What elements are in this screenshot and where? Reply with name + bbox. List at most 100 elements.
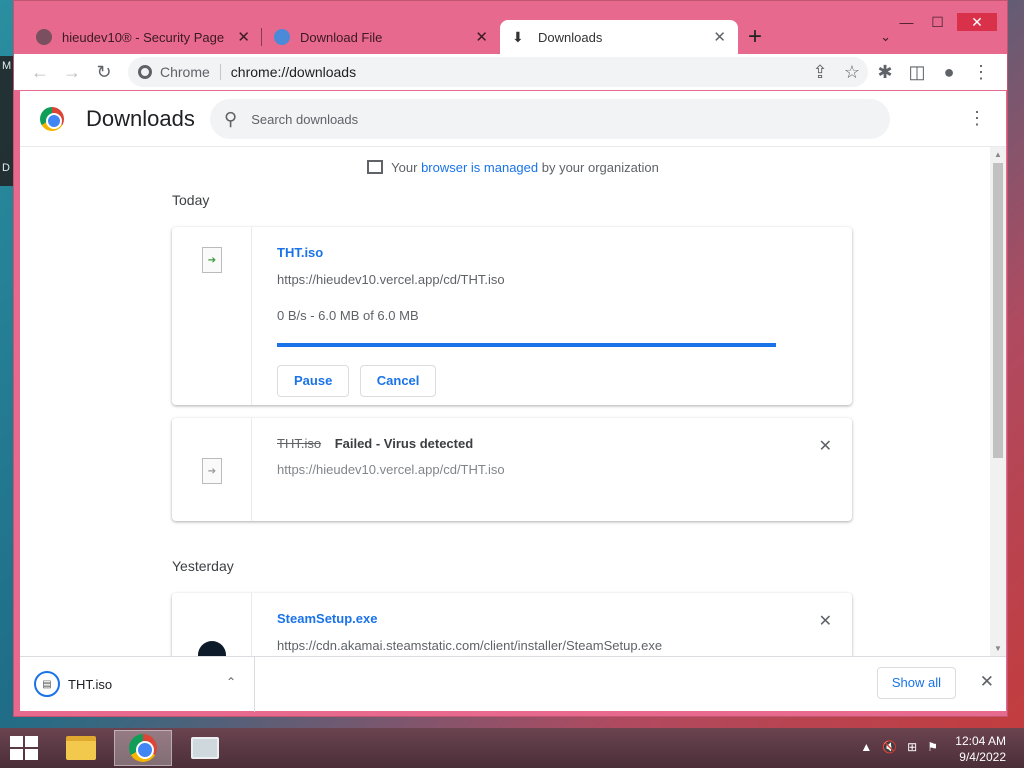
window-controls: — ☐ ✕ xyxy=(887,13,997,31)
tab-downloads[interactable]: ⬇ Downloads ✕ xyxy=(500,20,738,54)
section-heading-today: Today xyxy=(172,192,210,208)
monitor-icon xyxy=(191,737,219,759)
share-icon[interactable]: ⇪ xyxy=(804,56,836,88)
remove-icon[interactable]: ✕ xyxy=(819,611,832,631)
tab-title: Download File xyxy=(300,29,383,45)
scroll-up-icon[interactable]: ▲ xyxy=(994,150,1002,159)
shelf-file-name: THT.iso xyxy=(68,676,113,692)
managed-prefix: Your xyxy=(391,160,422,175)
download-card: SteamSetup.exe https://cdn.akamai.steams… xyxy=(172,593,852,656)
windows-start-icon[interactable] xyxy=(10,736,38,760)
cloud-icon xyxy=(274,29,290,45)
maximize-button[interactable]: ☐ xyxy=(926,13,949,31)
file-name-link[interactable]: THT.iso xyxy=(277,245,832,260)
pause-button[interactable]: Pause xyxy=(277,365,350,397)
tab-close-icon[interactable]: ✕ xyxy=(237,28,250,46)
clock-time: 12:04 AM xyxy=(955,734,1006,748)
site-name: Chrome xyxy=(160,64,210,80)
file-url[interactable]: https://hieudev10.vercel.app/cd/THT.iso xyxy=(277,272,832,287)
managed-suffix: by your organization xyxy=(538,160,659,175)
chevron-up-icon[interactable]: ⌃ xyxy=(226,675,236,689)
task-manager-button[interactable] xyxy=(176,730,234,766)
url-text[interactable]: chrome://downloads xyxy=(231,64,356,80)
search-icon: ⚲ xyxy=(224,108,238,129)
card-body: THT.iso https://hieudev10.vercel.app/cd/… xyxy=(277,227,832,397)
network-icon[interactable]: ⊞ xyxy=(907,740,917,754)
close-shelf-icon[interactable]: ✕ xyxy=(980,672,994,692)
new-tab-button[interactable]: + xyxy=(738,20,772,54)
search-downloads[interactable]: ⚲ Search downloads xyxy=(210,99,890,139)
tab-close-icon[interactable]: ✕ xyxy=(475,28,488,46)
close-window-button[interactable]: ✕ xyxy=(957,13,997,31)
show-all-button[interactable]: Show all xyxy=(876,667,956,699)
reload-button[interactable]: ↻ xyxy=(88,56,120,88)
tray-expand-icon[interactable]: ▲ xyxy=(860,740,872,754)
action-center-flag-icon[interactable]: ⚑ xyxy=(927,740,938,754)
card-icon-column: ➔ xyxy=(172,418,252,521)
downloads-page: Downloads ⚲ Search downloads ⋮ Your brow… xyxy=(20,91,1006,656)
taskbar: ▲ 🔇 ⊞ ⚑ 12:04 AM 9/4/2022 xyxy=(0,728,1024,768)
chrome-icon xyxy=(129,734,157,762)
download-status: 0 B/s - 6.0 MB of 6.0 MB xyxy=(277,308,419,323)
file-name-link[interactable]: SteamSetup.exe xyxy=(277,611,832,626)
back-button[interactable]: ← xyxy=(24,56,56,88)
browser-window: — ☐ ✕ hieudev10® - Security Page ✕ Downl… xyxy=(13,0,1008,717)
file-progress-icon: ▤ xyxy=(34,671,60,697)
address-bar[interactable]: Chrome chrome://downloads ⇪ ☆ xyxy=(128,57,868,87)
omnibox-divider xyxy=(219,64,221,80)
toolbar: ← → ↻ Chrome chrome://downloads ⇪ ☆ ✱ ◫ … xyxy=(14,54,1007,90)
extensions-icon[interactable]: ✱ xyxy=(869,56,901,88)
file-icon: ➔ xyxy=(202,247,222,273)
tab-title: Downloads xyxy=(538,29,603,45)
toolbar-right: ✱ ◫ ● ⋮ xyxy=(869,56,997,88)
tab-close-icon[interactable]: ✕ xyxy=(713,28,726,46)
cancel-button[interactable]: Cancel xyxy=(359,365,437,397)
omnibox-actions: ⇪ ☆ xyxy=(804,56,868,88)
scrollbar-thumb[interactable] xyxy=(993,163,1003,458)
managed-notice: Your browser is managed by your organiza… xyxy=(20,160,1006,175)
bookmark-star-icon[interactable]: ☆ xyxy=(836,56,868,88)
search-input[interactable]: Search downloads xyxy=(251,112,358,127)
desktop-label: D xyxy=(2,162,10,174)
chrome-menu-icon[interactable]: ⋮ xyxy=(965,56,997,88)
remove-icon[interactable]: ✕ xyxy=(819,436,832,456)
scrollbar[interactable]: ▲ ▼ xyxy=(990,147,1006,656)
page-title: Downloads xyxy=(86,105,195,131)
chrome-taskbar-button[interactable] xyxy=(114,730,172,766)
file-name: THT.iso xyxy=(277,436,322,451)
shelf-item[interactable]: ▤ THT.iso xyxy=(34,671,112,697)
file-icon: ➔ xyxy=(202,458,222,484)
profile-avatar-icon[interactable]: ● xyxy=(933,56,965,88)
file-url[interactable]: https://cdn.akamai.steamstatic.com/clien… xyxy=(277,638,832,653)
system-tray: ▲ 🔇 ⊞ ⚑ xyxy=(850,740,938,754)
volume-muted-icon[interactable]: 🔇 xyxy=(882,740,897,754)
chrome-site-icon xyxy=(138,65,152,79)
card-body: SteamSetup.exe https://cdn.akamai.steams… xyxy=(277,593,832,653)
side-panel-icon[interactable]: ◫ xyxy=(901,56,933,88)
desktop-label: M xyxy=(2,60,12,72)
file-url: https://hieudev10.vercel.app/cd/THT.iso xyxy=(277,462,505,477)
section-heading-yesterday: Yesterday xyxy=(172,558,234,574)
download-card-failed: ➔ THT.iso Failed - Virus detected https:… xyxy=(172,418,852,521)
more-actions-icon[interactable]: ⋮ xyxy=(968,109,986,127)
progress-bar xyxy=(277,343,776,347)
folder-icon xyxy=(66,736,96,760)
forward-button[interactable]: → xyxy=(56,56,88,88)
tab-security-page[interactable]: hieudev10® - Security Page ✕ xyxy=(24,20,262,54)
minimize-button[interactable]: — xyxy=(895,13,918,31)
tab-search-chevron-icon[interactable]: ⌄ xyxy=(880,29,891,45)
scroll-down-icon[interactable]: ▼ xyxy=(994,644,1002,653)
card-icon-column: ➔ xyxy=(172,227,252,405)
card-actions: Pause Cancel xyxy=(277,365,832,397)
clock[interactable]: 12:04 AM 9/4/2022 xyxy=(955,733,1006,765)
tab-strip: hieudev10® - Security Page ✕ Download Fi… xyxy=(24,20,772,54)
managed-link[interactable]: browser is managed xyxy=(421,160,538,175)
building-icon xyxy=(367,160,384,174)
failed-status: Failed - Virus detected xyxy=(334,436,474,451)
tab-download-file[interactable]: Download File ✕ xyxy=(262,20,500,54)
chrome-logo-icon xyxy=(40,106,64,131)
downloads-header: Downloads ⚲ Search downloads ⋮ xyxy=(20,91,1006,147)
tab-title: hieudev10® - Security Page xyxy=(62,29,225,45)
file-explorer-button[interactable] xyxy=(52,730,110,766)
card-body: THT.iso Failed - Virus detected https://… xyxy=(277,436,832,477)
